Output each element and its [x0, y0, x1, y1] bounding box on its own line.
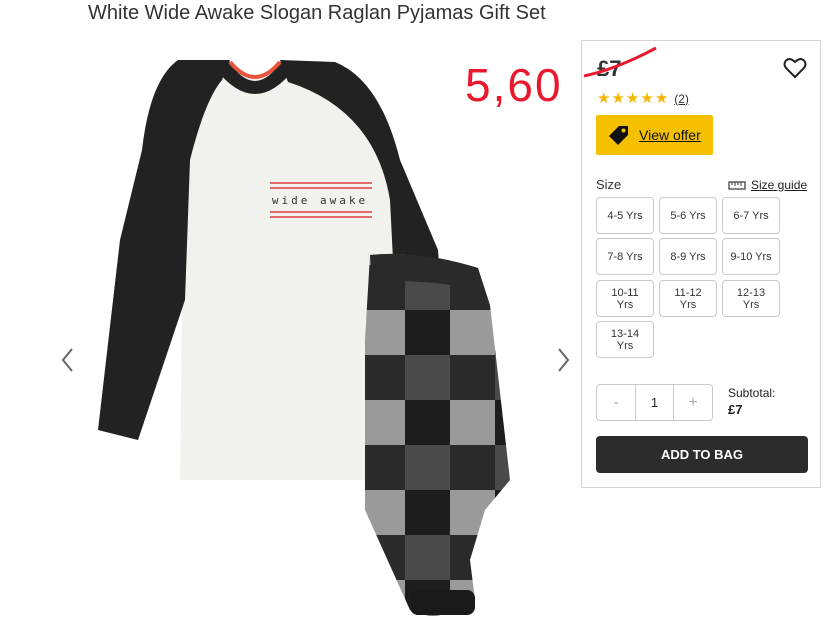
product-title: White Wide Awake Slogan Raglan Pyjamas G… [88, 2, 546, 24]
size-option[interactable]: 8-9 Yrs [659, 238, 717, 275]
next-image-button[interactable] [553, 345, 573, 375]
size-guide-label: Size guide [751, 178, 808, 192]
size-option[interactable]: 6-7 Yrs [722, 197, 780, 234]
view-offer-label: View offer [639, 127, 701, 143]
quantity-stepper: - + [596, 384, 713, 421]
size-option[interactable]: 13-14 Yrs [596, 321, 654, 358]
star-icon: ★ [597, 90, 611, 107]
size-option[interactable]: 5-6 Yrs [659, 197, 717, 234]
shirt-slogan: wide awake [272, 194, 368, 207]
size-option[interactable]: 9-10 Yrs [722, 238, 780, 275]
size-guide-link[interactable]: Size guide [728, 178, 807, 192]
size-option[interactable]: 11-12 Yrs [659, 280, 717, 317]
size-label: Size [596, 177, 622, 192]
size-option[interactable]: 12-13 Yrs [722, 280, 780, 317]
product-gallery: wide awake [50, 40, 580, 625]
wishlist-button[interactable] [782, 55, 808, 81]
subtotal-label: Subtotal: [728, 386, 776, 400]
size-option[interactable]: 10-11 Yrs [596, 280, 654, 317]
quantity-decrease-button[interactable]: - [597, 385, 635, 420]
handwritten-new-price: 5,60 [465, 59, 563, 111]
ruler-icon [728, 181, 746, 190]
star-icon: ★ [625, 90, 640, 107]
heart-icon [783, 58, 807, 79]
view-offer-button[interactable]: View offer [596, 115, 713, 155]
purchase-panel: £7 ★ ★ ★ ★ ★ (2) View offer Size Size gu… [581, 40, 821, 488]
subtotal-value: £7 [728, 402, 743, 417]
star-icon: ★ [611, 90, 625, 107]
star-icon: ★ [654, 90, 669, 107]
quantity-input[interactable] [635, 385, 674, 420]
chevron-left-icon [61, 348, 73, 372]
star-icon: ★ [640, 90, 654, 107]
price-strikethrough [583, 46, 657, 78]
quantity-increase-button[interactable]: + [674, 385, 712, 420]
review-count-link[interactable]: (2) [674, 92, 689, 106]
product-image: wide awake [98, 60, 510, 616]
size-option[interactable]: 4-5 Yrs [596, 197, 654, 234]
chevron-right-icon [558, 348, 570, 372]
size-option[interactable]: 7-8 Yrs [596, 238, 654, 275]
subtotal: Subtotal: £7 [728, 386, 775, 417]
add-to-bag-button[interactable]: ADD TO BAG [596, 436, 808, 473]
rating: ★ ★ ★ ★ ★ (2) [597, 91, 689, 106]
tag-icon [609, 126, 628, 145]
prev-image-button[interactable] [58, 345, 78, 375]
